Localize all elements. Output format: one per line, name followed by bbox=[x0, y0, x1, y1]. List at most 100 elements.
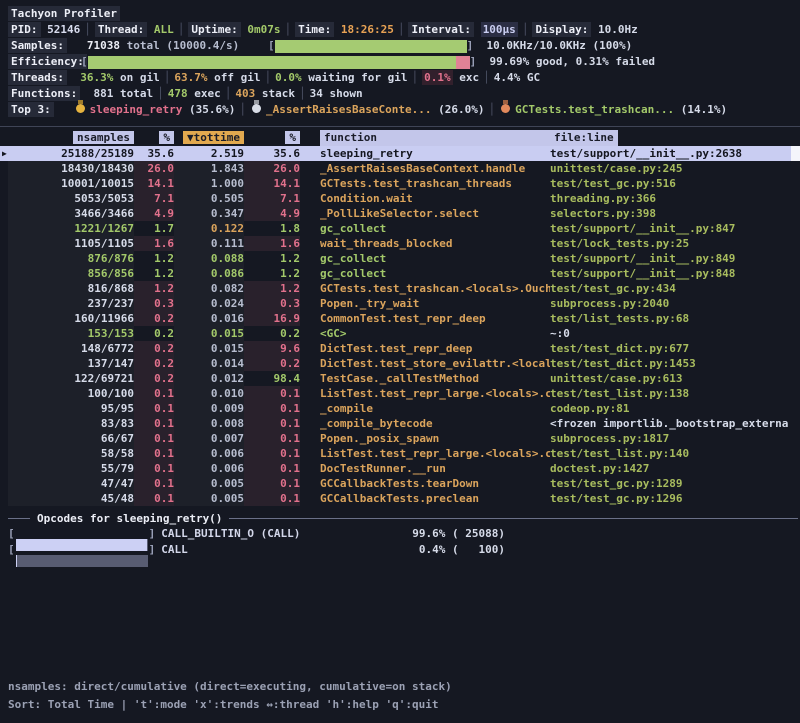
pid-value: 52146 bbox=[47, 23, 80, 36]
file-line-cell: test/support/__init__.py:849 bbox=[550, 251, 800, 266]
file-line-cell: test/test_gc.py:434 bbox=[550, 281, 800, 296]
column-header-gap bbox=[300, 130, 320, 146]
bracket bbox=[470, 54, 477, 70]
table-row[interactable]: 237/2370.30.0240.3Popen._try_waitsubproc… bbox=[0, 296, 800, 311]
table-row[interactable]: 160/119660.20.01616.9CommonTest.test_rep… bbox=[0, 311, 800, 326]
threads-line: Threads: 36.3% on gil│63.7% off gil│0.0%… bbox=[0, 70, 800, 86]
top3-item[interactable]: _AssertRaisesBaseConte... (26.0%) bbox=[250, 103, 485, 116]
thread-stat-value: 4.4% bbox=[494, 71, 521, 84]
column-header-pct-direct[interactable]: % bbox=[134, 130, 174, 146]
table-row[interactable]: 25188/2518935.62.51935.6sleeping_retryte… bbox=[0, 146, 800, 161]
thread-value[interactable]: ALL bbox=[154, 23, 174, 36]
nsamples-cell: 83/83 bbox=[8, 416, 134, 431]
tottime-cell: 0.111 bbox=[174, 236, 244, 251]
table-row[interactable]: 47/470.10.0050.1GCCallbackTests.tearDown… bbox=[0, 476, 800, 491]
table-row[interactable]: 816/8681.20.0821.2GCTests.test_trashcan.… bbox=[0, 281, 800, 296]
opcodes-list: []CALL_BUILTIN_O (CALL)99.6% ( 25088)[]C… bbox=[0, 526, 800, 558]
gap-cell bbox=[300, 176, 320, 191]
table-row[interactable]: 5053/50537.10.5057.1Condition.waitthread… bbox=[0, 191, 800, 206]
display-value: 10.0Hz bbox=[598, 23, 638, 36]
table-row[interactable]: 153/1530.20.0150.2<GC>~:0 bbox=[0, 326, 800, 341]
efficiency-summary: 99.69% good, 0.31% failed bbox=[476, 54, 655, 70]
table-row[interactable]: 856/8561.20.0861.2gc_collecttest/support… bbox=[0, 266, 800, 281]
nsamples-cell: 95/95 bbox=[8, 401, 134, 416]
table-row[interactable]: 45/480.10.0050.1GCCallbackTests.preclean… bbox=[0, 491, 800, 506]
pct-cumulative-cell: 0.1 bbox=[244, 416, 300, 431]
separator: │ bbox=[280, 23, 295, 36]
samples-bar bbox=[275, 40, 467, 53]
function-cell: wait_threads_blocked bbox=[320, 236, 550, 251]
display-label: Display: bbox=[532, 22, 591, 37]
top3-item[interactable]: sleeping_retry (35.6%) bbox=[74, 103, 236, 116]
table-row[interactable]: 10001/1001514.11.00014.1GCTests.test_tra… bbox=[0, 176, 800, 191]
pid-label: PID: bbox=[8, 22, 41, 37]
table-row[interactable]: 95/950.10.0090.1_compilecodeop.py:81 bbox=[0, 401, 800, 416]
column-header-nsamples[interactable]: nsamples bbox=[8, 130, 134, 146]
pct-direct-cell: 0.2 bbox=[134, 311, 174, 326]
opcode-bar-fill bbox=[16, 555, 17, 567]
column-header-tottime-sorted[interactable]: ▼tottime bbox=[174, 130, 244, 146]
gap-cell bbox=[300, 461, 320, 476]
gap-cell bbox=[300, 146, 320, 161]
function-cell: GCCallbackTests.tearDown bbox=[320, 476, 550, 491]
table-row[interactable]: 3466/34664.90.3474.9_PollLikeSelector.se… bbox=[0, 206, 800, 221]
separator: │ bbox=[174, 23, 189, 36]
pct-cumulative-cell: 1.2 bbox=[244, 266, 300, 281]
function-cell: ListTest.test_repr_large.<locals>.c... bbox=[320, 446, 550, 461]
column-header-function[interactable]: function bbox=[320, 130, 550, 146]
pct-cumulative-cell: 14.1 bbox=[244, 176, 300, 191]
table-row[interactable]: 1221/12671.70.1221.8gc_collecttest/suppo… bbox=[0, 221, 800, 236]
gap-cell bbox=[300, 371, 320, 386]
pct-direct-cell: 0.1 bbox=[134, 416, 174, 431]
file-line-cell: selectors.py:398 bbox=[550, 206, 800, 221]
table-row[interactable]: 58/580.10.0060.1ListTest.test_repr_large… bbox=[0, 446, 800, 461]
tottime-cell: 0.006 bbox=[174, 461, 244, 476]
thread-stat-segment: 36.3% on gil bbox=[80, 71, 159, 84]
table-header-row: nsamples % ▼tottime % function file:line bbox=[0, 130, 800, 146]
profile-table: nsamples % ▼tottime % function file:line… bbox=[0, 130, 800, 506]
pct-direct-cell: 4.9 bbox=[134, 206, 174, 221]
function-cell: Popen._try_wait bbox=[320, 296, 550, 311]
gap-cell bbox=[300, 431, 320, 446]
pct-direct-cell: 26.0 bbox=[134, 161, 174, 176]
function-stat-segment: 34 shown bbox=[310, 87, 363, 100]
tottime-cell: 0.012 bbox=[174, 371, 244, 386]
thread-stat-value: 63.7% bbox=[174, 71, 207, 84]
column-header-file[interactable]: file:line bbox=[550, 130, 800, 146]
table-row[interactable]: 1105/11051.60.1111.6wait_threads_blocked… bbox=[0, 236, 800, 251]
pct-cumulative-cell: 0.1 bbox=[244, 431, 300, 446]
pct-direct-cell: 0.1 bbox=[134, 431, 174, 446]
file-line-cell: test/support/__init__.py:2638 bbox=[550, 146, 800, 161]
table-row[interactable]: 66/670.10.0070.1Popen._posix_spawnsubpro… bbox=[0, 431, 800, 446]
function-stat-text: exec bbox=[188, 87, 221, 100]
table-row[interactable]: 100/1000.10.0100.1ListTest.test_repr_lar… bbox=[0, 386, 800, 401]
table-row[interactable]: 55/790.10.0060.1DocTestRunner.__rundocte… bbox=[0, 461, 800, 476]
nsamples-cell: 1105/1105 bbox=[8, 236, 134, 251]
function-cell: _compile bbox=[320, 401, 550, 416]
thread-stat-segment: 0.1% exc bbox=[422, 70, 479, 85]
nsamples-cell: 58/58 bbox=[8, 446, 134, 461]
tottime-cell: 0.006 bbox=[174, 446, 244, 461]
table-row[interactable]: 122/697210.20.01298.4TestCase._callTestM… bbox=[0, 371, 800, 386]
table-row[interactable]: 18430/1843026.01.84326.0_AssertRaisesBas… bbox=[0, 161, 800, 176]
gap-cell bbox=[300, 266, 320, 281]
gap-cell bbox=[300, 356, 320, 371]
footer: nsamples: direct/cumulative (direct=exec… bbox=[0, 678, 452, 714]
tottime-cell: 0.014 bbox=[174, 356, 244, 371]
top3-item[interactable]: GCTests.test_trashcan... (14.1%) bbox=[499, 103, 727, 116]
samples-label: Samples: bbox=[8, 38, 67, 53]
table-row[interactable]: 876/8761.20.0881.2gc_collecttest/support… bbox=[0, 251, 800, 266]
file-line-cell: ~:0 bbox=[550, 326, 800, 341]
file-line-cell: unittest/case.py:245 bbox=[550, 161, 800, 176]
tottime-cell: 0.122 bbox=[174, 221, 244, 236]
bracket: [ bbox=[8, 527, 15, 540]
pct-cumulative-cell: 7.1 bbox=[244, 191, 300, 206]
pct-cumulative-cell: 0.1 bbox=[244, 461, 300, 476]
table-row[interactable]: 137/1470.20.0140.2DictTest.test_store_ev… bbox=[0, 356, 800, 371]
thread-stat-segment: 0.0% waiting for gil bbox=[275, 71, 407, 84]
pct-direct-cell: 0.3 bbox=[134, 296, 174, 311]
table-row[interactable]: 83/830.10.0080.1_compile_bytecode<frozen… bbox=[0, 416, 800, 431]
column-header-pct-cumulative[interactable]: % bbox=[244, 130, 300, 146]
table-row[interactable]: 148/67720.20.0159.6DictTest.test_repr_de… bbox=[0, 341, 800, 356]
pct-direct-cell: 0.1 bbox=[134, 491, 174, 506]
